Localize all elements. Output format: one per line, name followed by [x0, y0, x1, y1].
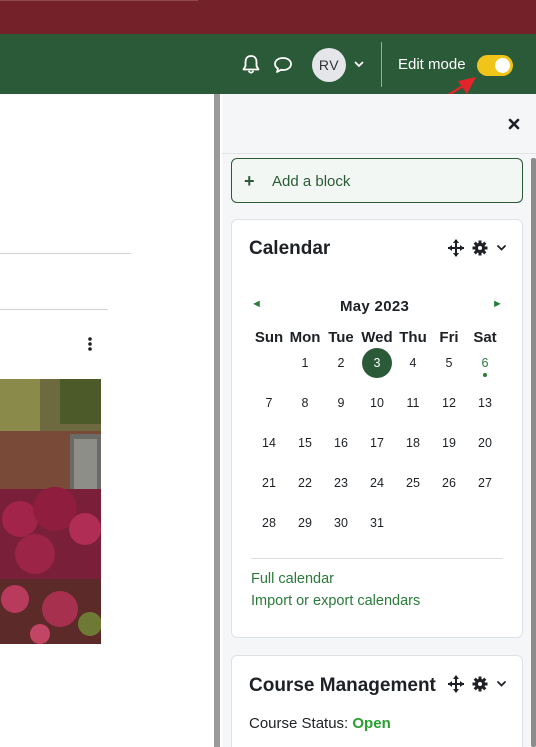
calendar-month-title: May 2023 [340, 298, 410, 315]
bell-icon[interactable] [241, 54, 261, 76]
move-icon[interactable] [448, 675, 464, 693]
calendar-day[interactable]: 14 [251, 436, 287, 450]
header-line [0, 0, 198, 1]
calendar-day[interactable]: 12 [431, 396, 467, 410]
user-avatar[interactable]: RV [312, 48, 346, 82]
full-calendar-link[interactable]: Full calendar [251, 571, 334, 587]
content-divider [0, 309, 108, 310]
calendar-day[interactable]: 21 [251, 476, 287, 490]
next-month-link[interactable]: ► [492, 298, 503, 310]
event-indicator-dot [483, 373, 487, 377]
calendar-day[interactable]: 19 [431, 436, 467, 450]
calendar-day[interactable]: 23 [323, 476, 359, 490]
calendar-day[interactable]: 8 [287, 396, 323, 410]
calendar-day[interactable]: 26 [431, 476, 467, 490]
calendar-day[interactable]: 28 [251, 516, 287, 530]
calendar-day[interactable]: 11 [395, 396, 431, 410]
calendar-day[interactable]: 22 [287, 476, 323, 490]
calendar-day-today[interactable]: 3 [359, 356, 395, 370]
add-block-button[interactable]: + Add a block [231, 158, 523, 203]
calendar-day[interactable]: 1 [287, 356, 323, 370]
calendar-day[interactable]: 15 [287, 436, 323, 450]
drawer-scrollbar[interactable] [531, 158, 536, 747]
navbar-divider [381, 42, 382, 87]
chevron-down-icon[interactable] [497, 681, 506, 687]
weekday-header: Thu [399, 329, 427, 346]
calendar-day[interactable]: 17 [359, 436, 395, 450]
calendar-day[interactable]: 10 [359, 396, 395, 410]
course-status-label: Course Status: [249, 715, 349, 732]
calendar-day[interactable]: 2 [323, 356, 359, 370]
plus-icon: + [244, 171, 255, 191]
calendar-day-with-event[interactable]: 6 [467, 356, 503, 370]
calendar-footer-divider [251, 558, 503, 559]
block-controls [448, 675, 506, 693]
prev-month-link[interactable]: ◄ [251, 298, 262, 310]
weekday-header: Sun [254, 329, 284, 346]
close-icon[interactable] [507, 117, 521, 131]
course-status: Course Status: Open [249, 715, 391, 732]
calendar-day[interactable]: 31 [359, 516, 395, 530]
calendar-day[interactable]: 7 [251, 396, 287, 410]
calendar-day[interactable]: 25 [395, 476, 431, 490]
gear-icon[interactable] [472, 676, 488, 692]
edit-mode-label: Edit mode [398, 56, 466, 73]
content-divider [0, 253, 131, 254]
calendar-day[interactable]: 16 [323, 436, 359, 450]
site-header-bar [0, 0, 536, 34]
calendar-day[interactable]: 9 [323, 396, 359, 410]
calendar-day[interactable]: 20 [467, 436, 503, 450]
calendar-day[interactable]: 18 [395, 436, 431, 450]
chat-icon[interactable] [272, 55, 294, 75]
drawer-header-divider [222, 153, 536, 154]
block-controls [448, 239, 506, 257]
weekday-header: Wed [361, 329, 393, 346]
calendar-day[interactable]: 30 [323, 516, 359, 530]
chevron-down-icon[interactable] [497, 245, 506, 251]
weekday-header: Mon [289, 329, 321, 346]
weekday-header: Fri [439, 329, 459, 346]
gear-icon[interactable] [472, 240, 488, 256]
calendar-day[interactable]: 13 [467, 396, 503, 410]
main-scrollbar[interactable] [214, 94, 220, 747]
import-export-calendars-link[interactable]: Import or export calendars [251, 593, 420, 609]
weekday-header: Tue [328, 329, 354, 346]
calendar-day[interactable]: 24 [359, 476, 395, 490]
course-image [0, 379, 101, 644]
course-management-block [231, 655, 523, 747]
calendar-day[interactable]: 29 [287, 516, 323, 530]
move-icon[interactable] [448, 239, 464, 257]
add-block-label: Add a block [272, 173, 351, 190]
calendar-block-title: Calendar [249, 238, 331, 259]
calendar-day[interactable]: 27 [467, 476, 503, 490]
course-status-value: Open [352, 715, 391, 732]
calendar-day[interactable]: 5 [431, 356, 467, 370]
toggle-knob [495, 58, 510, 73]
course-management-title: Course Management [249, 675, 436, 696]
calendar-day[interactable]: 4 [395, 356, 431, 370]
weekday-header: Sat [473, 329, 497, 346]
chevron-down-icon[interactable] [353, 58, 365, 70]
kebab-menu-icon[interactable] [86, 336, 94, 352]
